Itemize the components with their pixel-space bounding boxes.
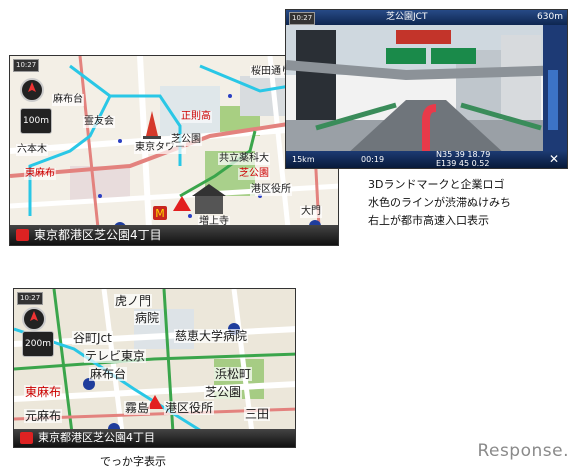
longitude: E139 45 0.52 <box>436 159 490 168</box>
caption-line3: 右上が都市高速入口表示 <box>368 214 489 227</box>
gps-signal-indicator: 10:27 <box>17 292 44 305</box>
map-label: 麻布台 <box>89 367 128 381</box>
caption-big-text: でっか字表示 <box>100 455 166 468</box>
svg-text:M: M <box>155 207 165 220</box>
flag-icon <box>16 229 29 241</box>
flag-icon <box>20 432 33 444</box>
gps-signal-indicator: 10:27 <box>13 59 40 72</box>
travel-time: 00:19 <box>361 155 385 164</box>
map-label: 元麻布 <box>24 409 63 423</box>
map-label: 谷町Jct <box>72 331 113 345</box>
junction-3d-view[interactable]: 10:27 芝公園JCT 630m 15km 00:19 N35 39 18.7… <box>285 9 568 169</box>
compass-icon[interactable] <box>22 307 46 331</box>
map-label: 三田 <box>244 407 271 421</box>
response-logo: Response. <box>477 441 569 461</box>
caption-line1: 3Dランドマークと企業ロゴ <box>368 178 505 191</box>
map-label: 東麻布 <box>24 168 56 180</box>
map-label: 病院 <box>134 311 161 325</box>
compass-icon[interactable] <box>20 78 44 102</box>
map-label: 港区役所 <box>250 184 292 196</box>
coordinates: N35 39 18.79 E139 45 0.52 <box>436 150 490 168</box>
map-label: 東麻布 <box>24 385 63 399</box>
map-label: 芝公園 <box>204 385 243 399</box>
close-button[interactable]: ✕ <box>549 151 559 168</box>
map-label: 港区役所 <box>164 401 215 415</box>
remaining-distance: 15km <box>292 155 315 164</box>
map-label: 麻布台 <box>52 94 84 106</box>
navigation-map-large-text[interactable]: 10:27 200m 虎ノ門 病院 谷町Jct 慈恵大学病院 テレビ東京 麻布台… <box>13 288 296 448</box>
junction-name: 芝公園JCT <box>386 12 428 22</box>
current-address: 東京都港区芝公園4丁目 <box>34 228 162 242</box>
caption-line2: 水色のラインが渋滞ぬけみち <box>368 196 511 209</box>
latitude: N35 39 18.79 <box>436 150 491 159</box>
map-label: 霊友会 <box>83 116 115 128</box>
junction-header: 10:27 芝公園JCT 630m <box>286 10 567 25</box>
current-address: 東京都港区芝公園4丁目 <box>38 431 155 444</box>
map-label: 芝公園 <box>170 134 202 146</box>
scale-indicator[interactable]: 100m <box>20 108 52 134</box>
address-bar: 東京都港区芝公園4丁目 <box>10 225 338 245</box>
gps-signal-indicator: 10:27 <box>289 12 316 25</box>
map-label: 共立薬科大 <box>218 153 270 165</box>
map-label: 虎ノ門 <box>114 294 153 308</box>
address-bar: 東京都港区芝公園4丁目 <box>14 429 295 447</box>
map-label: 浜松町 <box>214 367 253 381</box>
map-label: 芝公園 <box>238 168 270 180</box>
map-label: 正則高 <box>180 111 212 123</box>
map-label: 六本木 <box>16 144 48 156</box>
map-label: テレビ東京 <box>84 349 147 363</box>
distance-to-junction: 630m <box>537 12 563 22</box>
map-label: 霧島 <box>124 401 151 415</box>
map-label: 慈恵大学病院 <box>174 329 249 343</box>
scale-indicator[interactable]: 200m <box>22 331 54 357</box>
junction-footer: 15km 00:19 N35 39 18.79 E139 45 0.52 ✕ <box>286 150 567 168</box>
map-label: 大門 <box>300 206 322 218</box>
junction-graphics <box>286 10 567 168</box>
